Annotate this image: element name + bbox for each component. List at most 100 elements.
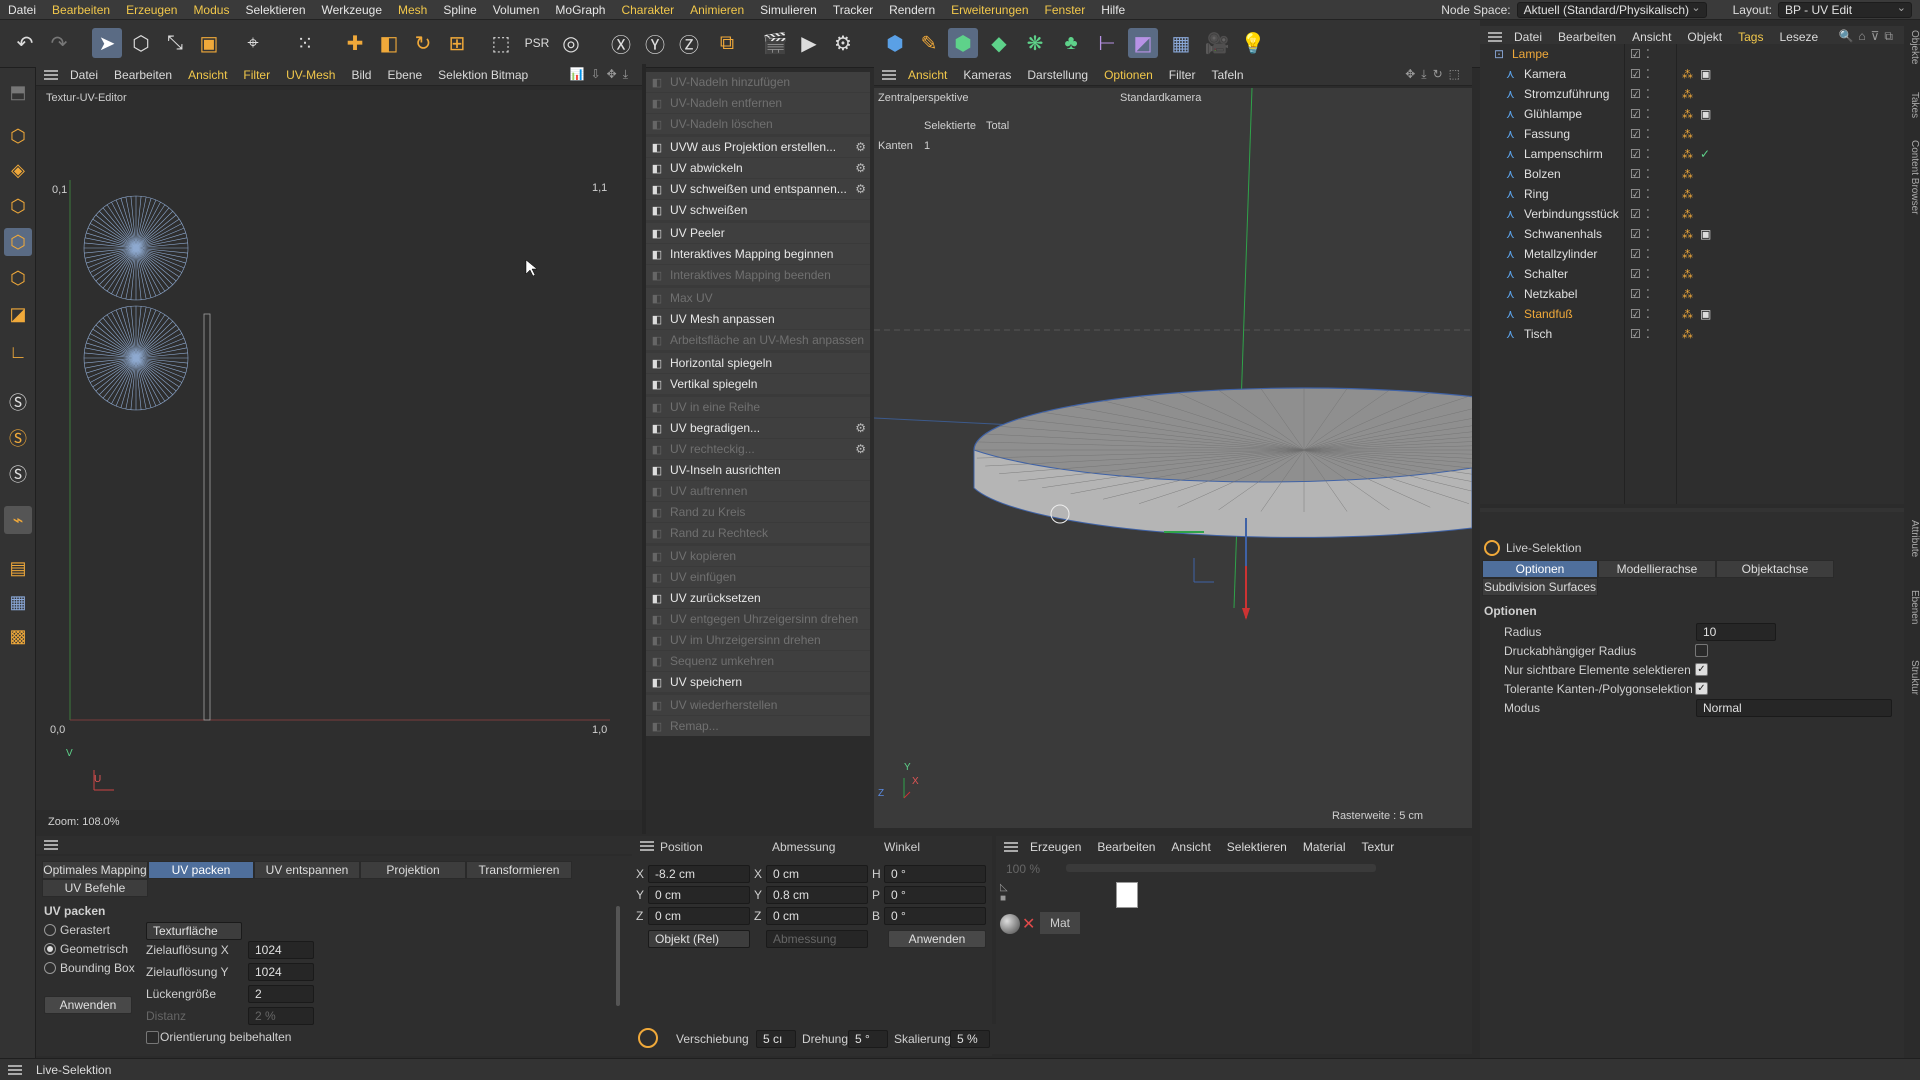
floor-icon[interactable]: ▦	[1166, 28, 1196, 58]
uv-command-vertikal-spiegeln[interactable]: ◧ Vertikal spiegeln	[646, 374, 870, 394]
b-angle-field[interactable]: 0 °	[884, 907, 986, 925]
object-row-verbindungsst-ck[interactable]: ⋏ Verbindungsstück ☑ ⁚ ⁂	[1480, 204, 1904, 224]
menu-spline[interactable]: Spline	[435, 3, 484, 17]
texture-mode-icon[interactable]: ◈	[4, 156, 32, 184]
visibility-checkbox-icon[interactable]: ☑	[1630, 127, 1641, 141]
material-zoom-slider[interactable]	[1066, 864, 1376, 872]
menu-animieren[interactable]: Animieren	[682, 3, 752, 17]
render-visibility-dots-icon[interactable]: ⁚	[1646, 287, 1650, 301]
step-settings-icon[interactable]	[638, 1028, 658, 1048]
tab-transform[interactable]: Transformieren	[466, 861, 572, 879]
visibility-checkbox-icon[interactable]: ☑	[1630, 67, 1641, 81]
render-visibility-dots-icon[interactable]: ⁚	[1646, 87, 1650, 101]
undo-icon[interactable]: ↶	[10, 28, 40, 58]
uv-tools-menu-icon[interactable]	[44, 840, 58, 850]
visibility-checkbox-icon[interactable]: ☑	[1630, 327, 1641, 341]
menu-rendern[interactable]: Rendern	[881, 3, 943, 17]
visibility-checkbox-icon[interactable]: ☑	[1630, 107, 1641, 121]
mode-dropdown[interactable]: Normal	[1696, 699, 1892, 717]
uv-command-uv-mesh-anpassen[interactable]: ◧ UV Mesh anpassen	[646, 309, 870, 329]
tab-uv-pack[interactable]: UV packen	[148, 861, 254, 879]
render-visibility-dots-icon[interactable]: ⁚	[1646, 247, 1650, 261]
visibility-checkbox-icon[interactable]: ☑	[1630, 307, 1641, 321]
viewport-menu-icon[interactable]	[882, 69, 896, 80]
gear-icon[interactable]: ⚙	[855, 140, 866, 154]
side-tab-ebenen[interactable]: Ebenen	[1906, 590, 1920, 624]
menu-darstellung[interactable]: Darstellung	[1019, 68, 1096, 82]
tab-optimal-mapping[interactable]: Optimales Mapping	[42, 861, 148, 879]
coords-mode-dropdown[interactable]: Objekt (Rel)	[648, 930, 750, 948]
selection-tool-icon[interactable]: ➤	[92, 28, 122, 58]
tab-projection[interactable]: Projektion	[360, 861, 466, 879]
uv-pack-apply-button[interactable]: Anwenden	[44, 996, 132, 1014]
phong-tag-icon[interactable]: ⁂	[1682, 88, 1693, 101]
menu-datei[interactable]: Datei	[1506, 30, 1550, 44]
menu-mograph[interactable]: MoGraph	[547, 3, 613, 17]
no-icon[interactable]: ▣	[1700, 67, 1711, 81]
menu-bearbeiten[interactable]: Bearbeiten	[106, 68, 180, 82]
visibility-checkbox-icon[interactable]: ☑	[1630, 187, 1641, 201]
material-delete-icon[interactable]: ✕	[1022, 914, 1035, 934]
tab-object-axis[interactable]: Objektachse	[1716, 560, 1834, 578]
render-visibility-dots-icon[interactable]: ⁚	[1646, 167, 1650, 181]
pressure-radius-checkbox[interactable]	[1695, 644, 1708, 657]
object-row-ring[interactable]: ⋏ Ring ☑ ⁚ ⁂	[1480, 184, 1904, 204]
3d-viewport[interactable]: Zentralperspektive Standardkamera Selekt…	[874, 88, 1472, 828]
tab-subdivision-surfaces[interactable]: Subdivision Surfaces	[1482, 578, 1598, 596]
uv-tools-scrollbar[interactable]	[616, 906, 620, 1006]
distance-field[interactable]: 2 %	[248, 1007, 314, 1025]
magnet-icon[interactable]: ⌁	[4, 506, 32, 534]
z-axis-icon[interactable]: Ⓩ	[674, 28, 704, 58]
y-axis-icon[interactable]: Ⓨ	[640, 28, 670, 58]
menu-filter[interactable]: Filter	[235, 68, 278, 82]
object-row-lampe[interactable]: ⊡ Lampe ☑ ⁚	[1480, 44, 1904, 64]
menu-ansicht[interactable]: Ansicht	[900, 68, 955, 82]
render-visibility-dots-icon[interactable]: ⁚	[1646, 47, 1650, 61]
tab-uv-commands[interactable]: UV Befehle	[42, 879, 148, 897]
x-size-field[interactable]: 0 cm	[766, 865, 868, 883]
material-name-slot[interactable]: Mat	[1040, 912, 1080, 934]
menu-selektieren[interactable]: Selektieren	[1219, 840, 1295, 854]
phong-tag-icon[interactable]: ⁂	[1682, 148, 1693, 161]
material-zoom-field[interactable]: 100 %	[1000, 860, 1060, 878]
object-row-metallzylinder[interactable]: ⋏ Metallzylinder ☑ ⁚ ⁂	[1480, 244, 1904, 264]
side-tab-takes[interactable]: Takes	[1906, 92, 1920, 118]
viewport-camera-label[interactable]: Standardkamera	[1120, 92, 1201, 104]
coords-apply-button[interactable]: Anwenden	[888, 930, 986, 948]
array-icon[interactable]: ◆	[984, 28, 1014, 58]
object-row-bolzen[interactable]: ⋏ Bolzen ☑ ⁚ ⁂	[1480, 164, 1904, 184]
uv-command-uv-inseln-ausrichten[interactable]: ◧ UV-Inseln ausrichten	[646, 460, 870, 480]
render-view-icon[interactable]: ▶	[794, 28, 824, 58]
menu-ebene[interactable]: Ebene	[379, 68, 430, 82]
phong-tag-icon[interactable]: ⁂	[1682, 108, 1693, 121]
x-axis-icon[interactable]: Ⓧ	[606, 28, 636, 58]
points-icon[interactable]: ⁙	[290, 28, 320, 58]
object-manager-menu-icon[interactable]	[1488, 31, 1502, 42]
render-visibility-dots-icon[interactable]: ⁚	[1646, 207, 1650, 221]
tab-uv-relax[interactable]: UV entspannen	[254, 861, 360, 879]
render-visibility-dots-icon[interactable]: ⁚	[1646, 327, 1650, 341]
menu-uv-mesh[interactable]: UV-Mesh	[278, 68, 343, 82]
menu-optionen[interactable]: Optionen	[1096, 68, 1161, 82]
make-editable-icon[interactable]: ⬒	[4, 78, 32, 106]
world-axis-icon[interactable]: ◎	[556, 28, 586, 58]
viewport-nav-icons[interactable]: ✥⤓↻⬚	[1405, 67, 1466, 82]
uv-editor-canvas[interactable]: Textur-UV-Editor 0,1 1,1 0,0 1,0 V U Zoo…	[36, 90, 642, 828]
tab-options[interactable]: Optionen	[1482, 560, 1598, 578]
snap-s-icon[interactable]: Ⓢ	[4, 388, 32, 416]
scale-tool-icon[interactable]: ⤡	[160, 28, 190, 58]
menu-werkzeuge[interactable]: Werkzeuge	[314, 3, 390, 17]
cloner-icon[interactable]: ❋	[1020, 28, 1050, 58]
light-icon[interactable]: 💡	[1238, 28, 1268, 58]
menu-tags[interactable]: Tags	[1730, 30, 1771, 44]
menu-simulieren[interactable]: Simulieren	[752, 3, 825, 17]
generator-icon[interactable]: ♣	[1056, 28, 1086, 58]
phong-tag-icon[interactable]: ⁂	[1682, 68, 1693, 81]
tab-modeling-axis[interactable]: Modellierachse	[1598, 560, 1716, 578]
uv-command-horizontal-spiegeln[interactable]: ◧ Horizontal spiegeln	[646, 353, 870, 373]
visibility-checkbox-icon[interactable]: ☑	[1630, 167, 1641, 181]
z-position-field[interactable]: 0 cm	[648, 907, 750, 925]
render-visibility-dots-icon[interactable]: ⁚	[1646, 227, 1650, 241]
phong-tag-icon[interactable]: ⁂	[1682, 308, 1693, 321]
render-visibility-dots-icon[interactable]: ⁚	[1646, 147, 1650, 161]
